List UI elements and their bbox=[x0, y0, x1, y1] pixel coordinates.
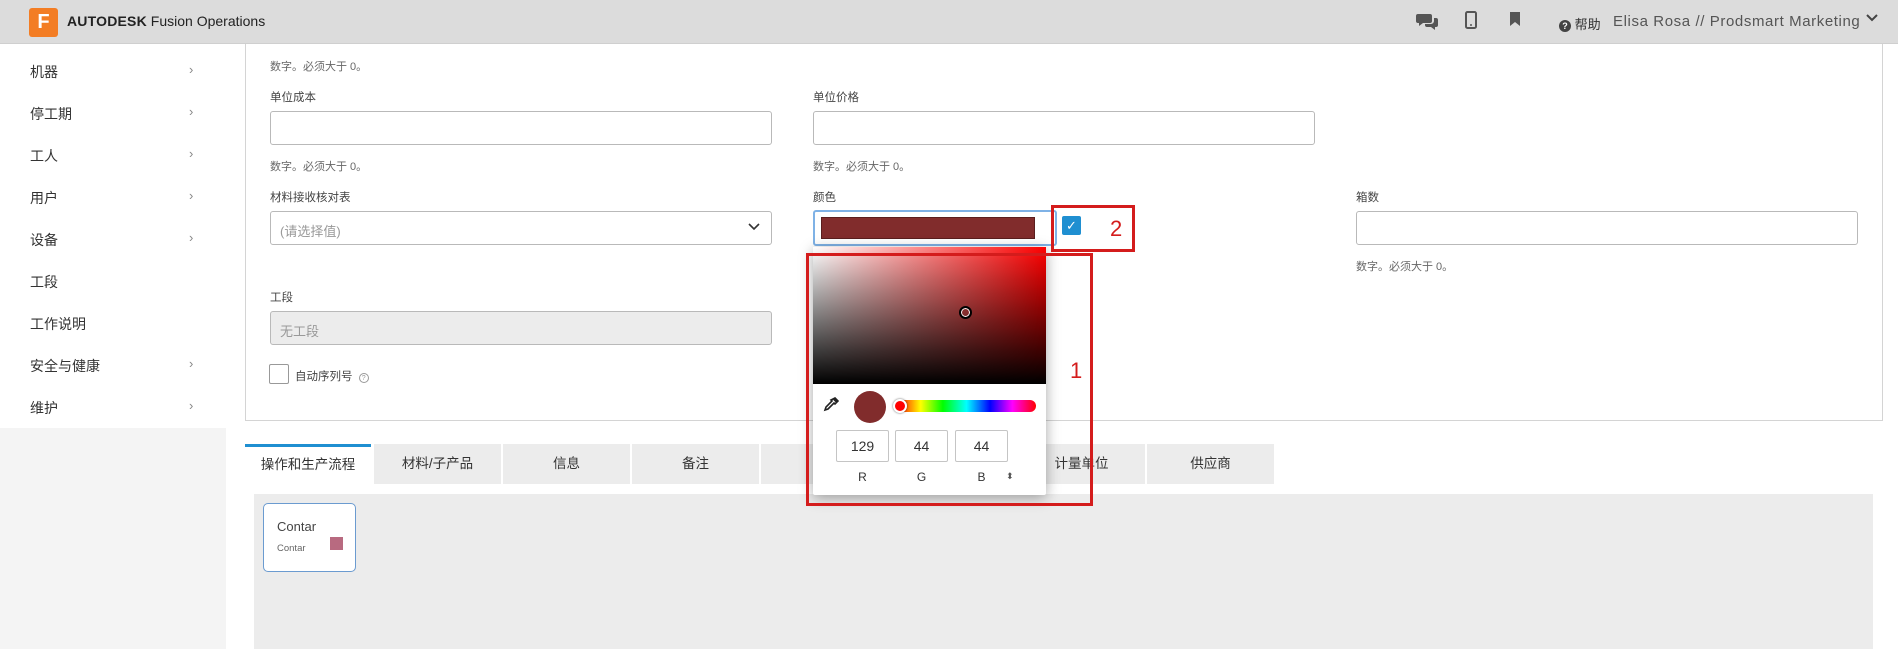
select-placeholder: (请选择值) bbox=[280, 224, 341, 239]
box-count-hint: 数字。必须大于 0。 bbox=[1356, 261, 1454, 273]
unit-price-hint: 数字。必须大于 0。 bbox=[813, 161, 911, 173]
sidebar-item-workers[interactable]: 工人 › bbox=[0, 134, 226, 176]
tab-materials[interactable]: 材料/子产品 bbox=[374, 444, 501, 484]
sidebar-item-maintenance[interactable]: 维护 › bbox=[0, 386, 226, 428]
unit-cost-input[interactable] bbox=[270, 111, 772, 145]
auto-serial-label: 自动序列号 ? bbox=[295, 368, 369, 384]
chat-icon[interactable] bbox=[1416, 11, 1438, 33]
unit-price-input[interactable] bbox=[813, 111, 1315, 145]
color-label: 颜色 bbox=[813, 192, 836, 204]
section-label: 工段 bbox=[270, 292, 293, 304]
chevron-down-icon bbox=[747, 220, 761, 237]
annotation-box-2 bbox=[1051, 205, 1135, 252]
mobile-icon[interactable] bbox=[1460, 11, 1482, 33]
help-link[interactable]: ? 帮助 bbox=[1559, 14, 1601, 33]
flow-canvas[interactable] bbox=[254, 494, 1873, 649]
user-account-menu[interactable]: Elisa Rosa // Prodsmart Marketing bbox=[1613, 13, 1860, 30]
flow-node-subtitle: Contar bbox=[277, 543, 306, 554]
flow-node[interactable]: Contar Contar bbox=[263, 503, 356, 572]
chevron-right-icon: › bbox=[189, 398, 194, 413]
annotation-label-2: 2 bbox=[1110, 216, 1123, 241]
section-value: 无工段 bbox=[280, 324, 320, 339]
tab-notes[interactable]: 备注 bbox=[632, 444, 759, 484]
sidebar-item-sections[interactable]: 工段 bbox=[0, 260, 226, 302]
chevron-right-icon: › bbox=[189, 188, 194, 203]
brand-name: AUTODESK Fusion Operations bbox=[67, 13, 266, 29]
chevron-right-icon: › bbox=[189, 146, 194, 161]
unit-price-label: 单位价格 bbox=[813, 92, 859, 104]
sidebar-item-health-safety[interactable]: 安全与健康 › bbox=[0, 344, 226, 386]
sidebar: 机器 › 停工期 › 工人 › 用户 › 设备 › 工段 工作说明 安全与健康 › 维护 › bbox=[0, 45, 226, 649]
annotation-box-1 bbox=[806, 253, 1093, 506]
tab-operations-flow[interactable]: 操作和生产流程 bbox=[245, 444, 371, 484]
sidebar-item-downtime[interactable]: 停工期 › bbox=[0, 92, 226, 134]
annotation-label-1: 1 bbox=[1070, 358, 1083, 383]
unit-cost-label: 单位成本 bbox=[270, 92, 316, 104]
color-input[interactable] bbox=[813, 210, 1057, 246]
unit-cost-hint: 数字。必须大于 0。 bbox=[270, 161, 368, 173]
info-icon[interactable]: ? bbox=[358, 373, 369, 383]
sidebar-item-users[interactable]: 用户 › bbox=[0, 176, 226, 218]
chevron-right-icon: › bbox=[189, 230, 194, 245]
material-checklist-select[interactable]: (请选择值) bbox=[270, 211, 772, 245]
tab-info[interactable]: 信息 bbox=[503, 444, 630, 484]
sidebar-item-machines[interactable]: 机器 › bbox=[0, 50, 226, 92]
chevron-right-icon: › bbox=[189, 62, 194, 77]
chevron-right-icon: › bbox=[189, 104, 194, 119]
sidebar-item-work-instructions[interactable]: 工作说明 bbox=[0, 302, 226, 344]
flow-node-color bbox=[330, 537, 343, 550]
sidebar-menu: 机器 › 停工期 › 工人 › 用户 › 设备 › 工段 工作说明 安全与健康 › 维护 › bbox=[0, 45, 226, 428]
flow-node-title: Contar bbox=[277, 519, 317, 534]
material-checklist-label: 材料接收核对表 bbox=[270, 192, 351, 204]
box-count-input[interactable] bbox=[1356, 211, 1858, 245]
section-input: 无工段 bbox=[270, 311, 772, 345]
field-hint: 数字。必须大于 0。 bbox=[270, 61, 368, 73]
fusion-logo[interactable]: F bbox=[29, 8, 58, 37]
sidebar-item-equipment[interactable]: 设备 › bbox=[0, 218, 226, 260]
chevron-right-icon: › bbox=[189, 356, 194, 371]
bookmark-icon[interactable] bbox=[1504, 11, 1526, 33]
auto-serial-checkbox[interactable] bbox=[269, 364, 289, 384]
color-swatch[interactable] bbox=[821, 217, 1035, 239]
question-circle-icon: ? bbox=[1559, 20, 1571, 32]
tab-suppliers[interactable]: 供应商 bbox=[1147, 444, 1274, 484]
top-bar: F AUTODESK Fusion Operations ? 帮助 Elisa … bbox=[0, 0, 1898, 44]
box-count-label: 箱数 bbox=[1356, 192, 1379, 204]
chevron-down-icon[interactable] bbox=[1865, 11, 1879, 28]
